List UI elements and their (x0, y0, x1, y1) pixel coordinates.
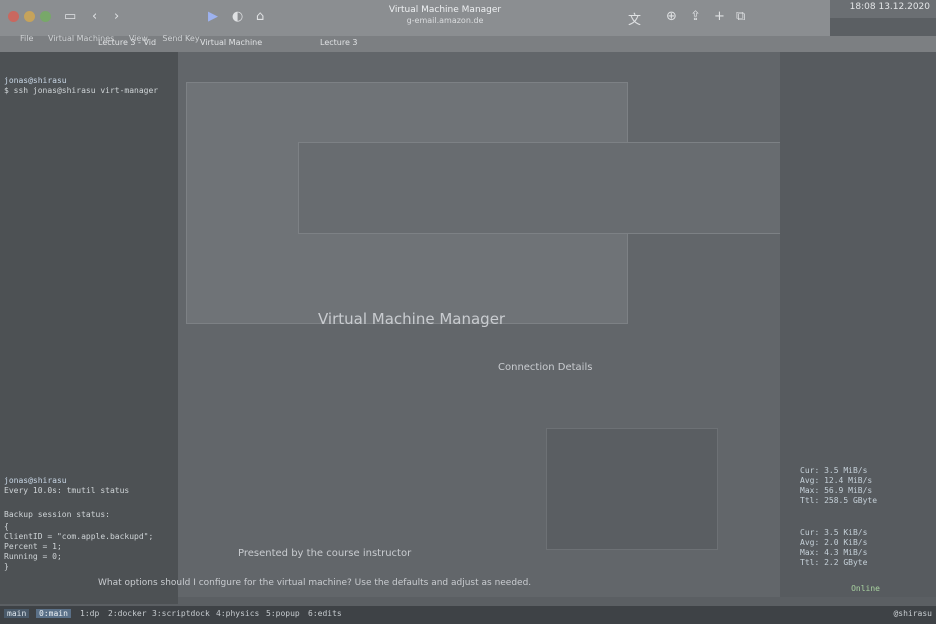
stat-line: Ttl: 258.5 GByte (800, 496, 878, 505)
panel-title: Connection Details (498, 362, 593, 373)
right-sidebar: Cur: 3.5 MiB/s Avg: 12.4 MiB/s Max: 56.9… (780, 52, 936, 597)
home-icon[interactable]: ⌂ (256, 9, 264, 24)
tmux-window-1[interactable]: 1:dp (80, 609, 99, 618)
terminal-line: } (4, 562, 9, 571)
menu-virtual-machines[interactable]: Virtual Machines (48, 34, 114, 43)
ghost-status-box (546, 428, 718, 550)
menubar-clock: 18:08 13.12.2020 (849, 2, 930, 12)
stat-line: Max: 56.9 MiB/s (800, 486, 873, 495)
menu-view[interactable]: View (129, 34, 148, 43)
sidebar-toggle-icon[interactable]: ▭ (64, 9, 76, 24)
forward-icon[interactable]: › (114, 9, 119, 24)
terminal-pane[interactable]: jonas@shirasu $ ssh jonas@shirasu virt-m… (0, 52, 178, 604)
tab-lecture[interactable]: Lecture 3 (320, 38, 358, 47)
minimize-window-button[interactable] (24, 11, 35, 22)
terminal-line: jonas@shirasu (4, 76, 67, 85)
tab-overview-icon[interactable]: ⧉ (736, 9, 745, 24)
main-content[interactable]: Virtual Machine Manager Connection Detai… (98, 52, 878, 597)
address-bar[interactable]: Virtual Machine Manager g-email.amazon.d… (300, 5, 590, 31)
share-icon[interactable]: ⇪ (690, 9, 701, 24)
window-title: Virtual Machine Manager (388, 5, 502, 15)
stat-line: Ttl: 2.2 GByte (800, 558, 868, 567)
ghost-table (298, 142, 810, 234)
window-toolbar: ▭ ‹ › ▶ ◐ ⌂ Virtual Machine Manager g-em… (0, 0, 830, 37)
terminal-line: { (4, 522, 9, 531)
tmux-host: @shirasu (893, 609, 932, 618)
vmm-menu: File Virtual Machines View Send Key (20, 34, 212, 44)
terminal-line: Running = 0; (4, 552, 62, 561)
menu-file[interactable]: File (20, 34, 33, 43)
back-icon[interactable]: ‹ (92, 9, 97, 24)
tmux-window-0[interactable]: 0:main (36, 609, 71, 618)
terminal-line: Percent = 1; (4, 542, 62, 551)
stat-line: Cur: 3.5 MiB/s (800, 466, 868, 475)
download-icon[interactable]: ⊕ (666, 9, 677, 24)
tmux-window-3[interactable]: 3:scriptdock (152, 609, 210, 618)
url-text: g-email.amazon.de (406, 16, 484, 25)
new-tab-icon[interactable]: + (714, 9, 725, 24)
tmux-window-5[interactable]: 5:popup (266, 609, 300, 618)
tmux-session: main (4, 609, 30, 618)
terminal-line: Every 10.0s: tmutil status (4, 486, 130, 495)
close-window-button[interactable] (8, 11, 19, 22)
tmux-status-bar: main 0:main 1:dp 2:docker 3:scriptdock 4… (0, 606, 936, 624)
terminal-line: $ ssh jonas@shirasu virt-manager (4, 86, 159, 95)
content-heading: Virtual Machine Manager (318, 310, 506, 328)
zoom-window-button[interactable] (40, 11, 51, 22)
tmux-window-6[interactable]: 6:edits (308, 609, 342, 618)
terminal-line: Backup session status: (4, 510, 110, 519)
stat-line: Cur: 3.5 KiB/s (800, 528, 868, 537)
translate-icon[interactable]: 文 (628, 9, 641, 28)
content-caption: Presented by the course instructor (238, 548, 412, 559)
terminal-line: ClientID = "com.apple.backupd"; (4, 532, 154, 541)
menu-send-key[interactable]: Send Key (162, 34, 199, 43)
status-badge: Online (851, 584, 880, 593)
stat-line: Avg: 12.4 MiB/s (800, 476, 873, 485)
play-icon[interactable]: ▶ (208, 9, 218, 24)
terminal-line: jonas@shirasu (4, 476, 67, 485)
tmux-window-4[interactable]: 4:physics (216, 609, 259, 618)
tmux-window-2[interactable]: 2:docker (108, 609, 147, 618)
stat-line: Max: 4.3 MiB/s (800, 548, 868, 557)
shield-icon[interactable]: ◐ (232, 9, 243, 24)
stat-line: Avg: 2.0 KiB/s (800, 538, 868, 547)
footer-note: What options should I configure for the … (98, 578, 532, 588)
